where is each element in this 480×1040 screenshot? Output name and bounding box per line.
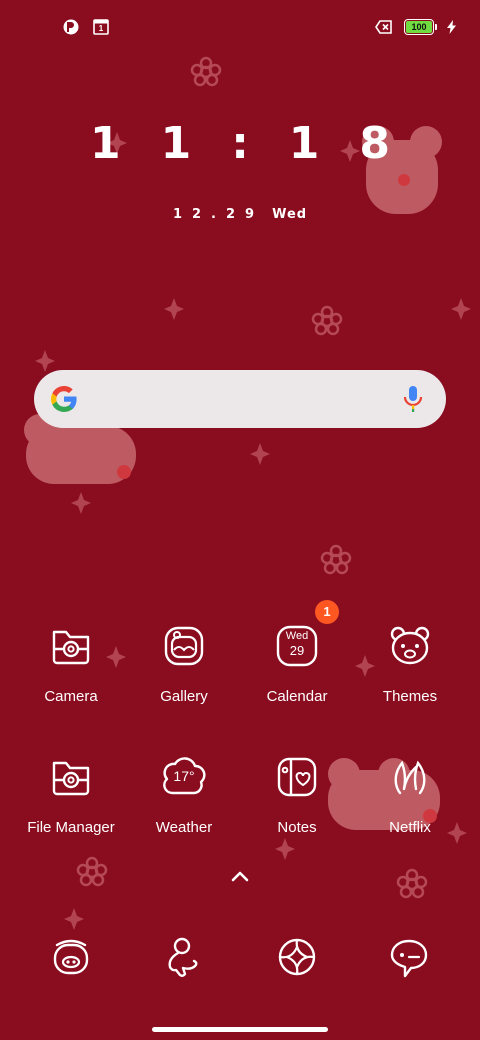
app-label: Gallery xyxy=(160,688,208,705)
app-calendar[interactable]: Wed 29 Calendar xyxy=(242,624,352,705)
browser-icon[interactable] xyxy=(275,935,319,979)
calendar-notification-icon: 1 xyxy=(92,18,110,36)
contacts-icon[interactable] xyxy=(162,935,206,979)
app-gallery[interactable]: Gallery xyxy=(129,624,239,705)
notification-app-icon xyxy=(63,19,79,35)
clock-date[interactable]: 12.29 Wed xyxy=(0,207,480,222)
app-label: Weather xyxy=(155,819,213,836)
app-label: Themes xyxy=(382,688,438,705)
calendar-icon-day: 29 xyxy=(289,643,305,658)
mic-icon[interactable] xyxy=(402,384,424,414)
clock-weekday: Wed xyxy=(272,207,308,222)
messages-icon[interactable] xyxy=(387,935,431,979)
google-g-logo xyxy=(51,386,77,412)
status-bar-right: 100 xyxy=(374,18,456,36)
app-weather[interactable]: 17° Weather xyxy=(129,755,239,836)
app-themes[interactable]: Themes xyxy=(355,624,465,705)
calendar-notification-text: 1 xyxy=(98,24,104,33)
calendar-icon-weekday: Wed xyxy=(285,630,309,642)
sim-icon xyxy=(375,20,392,34)
app-camera[interactable]: Camera xyxy=(16,624,126,705)
google-search-bar[interactable] xyxy=(34,370,446,428)
calendar-badge: 1 xyxy=(315,600,339,624)
gallery-icon xyxy=(164,626,204,666)
netflix-icon xyxy=(394,760,426,795)
battery-level: 100 xyxy=(406,21,432,33)
app-label: Notes xyxy=(277,819,317,836)
app-label: Calendar xyxy=(266,688,328,705)
app-notes[interactable]: Notes xyxy=(242,755,352,836)
themes-bear-icon xyxy=(390,626,430,665)
status-bar-left: 1 xyxy=(62,18,110,36)
calendar-icon: Wed 29 xyxy=(275,624,319,668)
clock-date-value: 12.29 xyxy=(172,207,265,222)
app-file-manager[interactable]: File Manager xyxy=(16,755,126,836)
app-label: Netflix xyxy=(389,819,431,836)
clock-time[interactable]: 11:18 xyxy=(0,118,480,169)
app-drawer-chevron-icon[interactable] xyxy=(228,866,252,886)
home-indicator[interactable] xyxy=(152,1027,328,1032)
weather-icon-temp: 17° xyxy=(173,768,195,784)
phone-icon[interactable] xyxy=(49,935,93,979)
weather-icon: 17° xyxy=(162,755,206,799)
app-label: File Manager xyxy=(27,819,115,836)
notes-icon xyxy=(277,757,317,797)
charging-icon xyxy=(447,20,456,34)
battery-icon: 100 xyxy=(404,19,437,35)
app-label: Camera xyxy=(44,688,98,705)
file-manager-icon xyxy=(52,761,90,796)
camera-icon xyxy=(52,630,90,665)
app-netflix[interactable]: Netflix xyxy=(355,755,465,836)
